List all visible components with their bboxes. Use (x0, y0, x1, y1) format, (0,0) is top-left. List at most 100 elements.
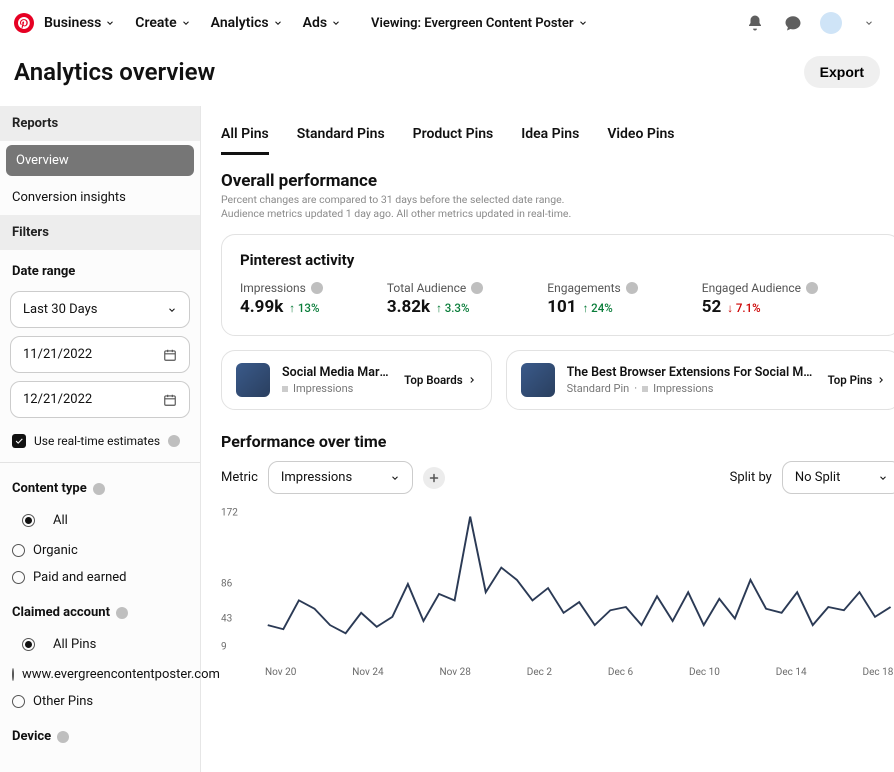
metric-value: 101 (547, 297, 576, 317)
tab-all-pins[interactable]: All Pins (221, 120, 269, 155)
square-icon (282, 386, 288, 392)
metric-block[interactable]: Engaged Audience 52↓ 7.1% (702, 281, 818, 317)
sidebar-item-conversion[interactable]: Conversion insights (0, 180, 200, 215)
chart-y-axis: 17243869 (221, 506, 253, 658)
claimed-account-header: Claimed account (0, 591, 200, 628)
tab-idea-pins[interactable]: Idea Pins (521, 120, 579, 155)
info-icon (116, 607, 128, 619)
metric-delta: ↑ 24% (583, 301, 613, 315)
nav-analytics[interactable]: Analytics (211, 15, 283, 31)
viewing-value: Evergreen Content Poster (424, 16, 573, 31)
x-tick: Dec 14 (776, 667, 807, 678)
nav-create[interactable]: Create (135, 15, 190, 31)
x-tick: Dec 2 (527, 667, 552, 678)
date-range-label: Date range (0, 250, 200, 287)
split-select[interactable]: No Split (782, 461, 894, 494)
chevron-down-icon (167, 305, 177, 315)
main: All Pins Standard Pins Product Pins Idea… (201, 106, 894, 772)
date-from-input[interactable]: 11/21/2022 (10, 336, 190, 373)
top-pins-link[interactable]: Top Pins (828, 373, 887, 387)
viewing-selector[interactable]: Viewing: Evergreen Content Poster (371, 16, 588, 31)
perf-over-time-title: Performance over time (221, 432, 894, 451)
chevron-down-icon (390, 473, 400, 483)
sidebar-item-overview[interactable]: Overview (6, 145, 194, 176)
y-tick: 86 (221, 578, 232, 589)
tab-video-pins[interactable]: Video Pins (607, 120, 674, 155)
radio-ca-site[interactable]: www.evergreencontentposter.com (0, 661, 200, 688)
metric-select[interactable]: Impressions (268, 461, 413, 494)
realtime-checkbox-row[interactable]: Use real-time estimates (0, 422, 200, 462)
tab-product-pins[interactable]: Product Pins (413, 120, 494, 155)
top-board-title: Social Media Marketing (282, 365, 392, 380)
info-icon (471, 282, 483, 294)
metric-block[interactable]: Total Audience 3.82k↑ 3.3% (387, 281, 483, 317)
x-tick: Nov 28 (440, 667, 471, 678)
metric-value: 52 (702, 297, 722, 317)
tab-standard-pins[interactable]: Standard Pins (297, 120, 385, 155)
activity-title: Pinterest activity (240, 251, 882, 269)
metric-delta: ↑ 3.3% (436, 301, 469, 315)
date-range-select[interactable]: Last 30 Days (10, 291, 190, 328)
metric-block[interactable]: Engagements 101 ↑ 24% (547, 281, 637, 317)
add-metric-button[interactable] (423, 467, 445, 489)
top-board-card[interactable]: Social Media Marketing Impressions Top B… (221, 350, 492, 410)
chart-line (268, 517, 891, 634)
avatar[interactable] (820, 12, 842, 34)
radio-icon (12, 695, 25, 708)
info-icon (168, 435, 180, 447)
radio-ca-all[interactable]: All Pins (0, 628, 200, 661)
calendar-icon (163, 393, 177, 407)
metric-block[interactable]: Impressions 4.99k↑ 13% (240, 281, 323, 317)
radio-icon (12, 571, 25, 584)
square-icon (642, 386, 648, 392)
radio-icon (12, 668, 14, 681)
export-button[interactable]: Export (804, 56, 880, 88)
y-tick: 172 (221, 507, 238, 518)
chart-plot-area (257, 510, 894, 658)
sidebar-reports-header: Reports (0, 106, 200, 141)
x-tick: Nov 20 (265, 667, 296, 678)
chart-x-axis: Nov 20Nov 24Nov 28Dec 2Dec 6Dec 10Dec 14… (257, 667, 894, 678)
topbar: Business Create Analytics Ads Viewing: E… (0, 0, 894, 46)
radio-ct-all[interactable]: All (0, 504, 200, 537)
metric-label: Engaged Audience (702, 281, 818, 295)
radio-selected-icon (22, 514, 35, 527)
chevron-right-icon (467, 375, 477, 385)
top-boards-link[interactable]: Top Boards (404, 373, 476, 387)
perf-chart: 17243869 Nov 20Nov 24Nov 28Dec 2Dec 6Dec… (221, 506, 894, 678)
chevron-down-icon (105, 18, 115, 28)
pinterest-logo (14, 13, 34, 33)
viewing-prefix: Viewing: (371, 16, 421, 31)
metric-value: 3.82k (387, 297, 430, 317)
metric-value: 4.99k (240, 297, 283, 317)
x-tick: Dec 18 (863, 667, 894, 678)
metric-label: Engagements (547, 281, 637, 295)
content-type-header: Content type (0, 467, 200, 504)
radio-icon (12, 544, 25, 557)
titlebar: Analytics overview Export (0, 46, 894, 106)
top-pin-card[interactable]: The Best Browser Extensions For Social M… (506, 350, 894, 410)
metric-delta: ↑ 13% (289, 301, 319, 315)
page-title: Analytics overview (14, 58, 215, 86)
nav-business[interactable]: Business (44, 15, 115, 31)
info-icon (311, 282, 323, 294)
chevron-down-icon (878, 473, 888, 483)
radio-ct-paid[interactable]: Paid and earned (0, 564, 200, 591)
top-pin-sub: Standard Pin·Impressions (567, 382, 816, 395)
nav-ads[interactable]: Ads (303, 15, 341, 31)
x-tick: Nov 24 (352, 667, 383, 678)
realtime-label: Use real-time estimates (34, 434, 160, 448)
radio-ca-other[interactable]: Other Pins (0, 688, 200, 715)
bell-icon[interactable] (744, 12, 766, 34)
date-to-input[interactable]: 12/21/2022 (10, 381, 190, 418)
top-pin-title: The Best Browser Extensions For Social M… (567, 365, 816, 380)
info-icon (626, 282, 638, 294)
perf-controls: Metric Impressions Split by No Split (221, 461, 894, 494)
calendar-icon (163, 348, 177, 362)
radio-ct-organic[interactable]: Organic (0, 537, 200, 564)
chat-icon[interactable] (782, 12, 804, 34)
account-chevron[interactable] (858, 12, 880, 34)
y-tick: 43 (221, 613, 232, 624)
info-icon (806, 282, 818, 294)
chevron-down-icon (181, 18, 191, 28)
